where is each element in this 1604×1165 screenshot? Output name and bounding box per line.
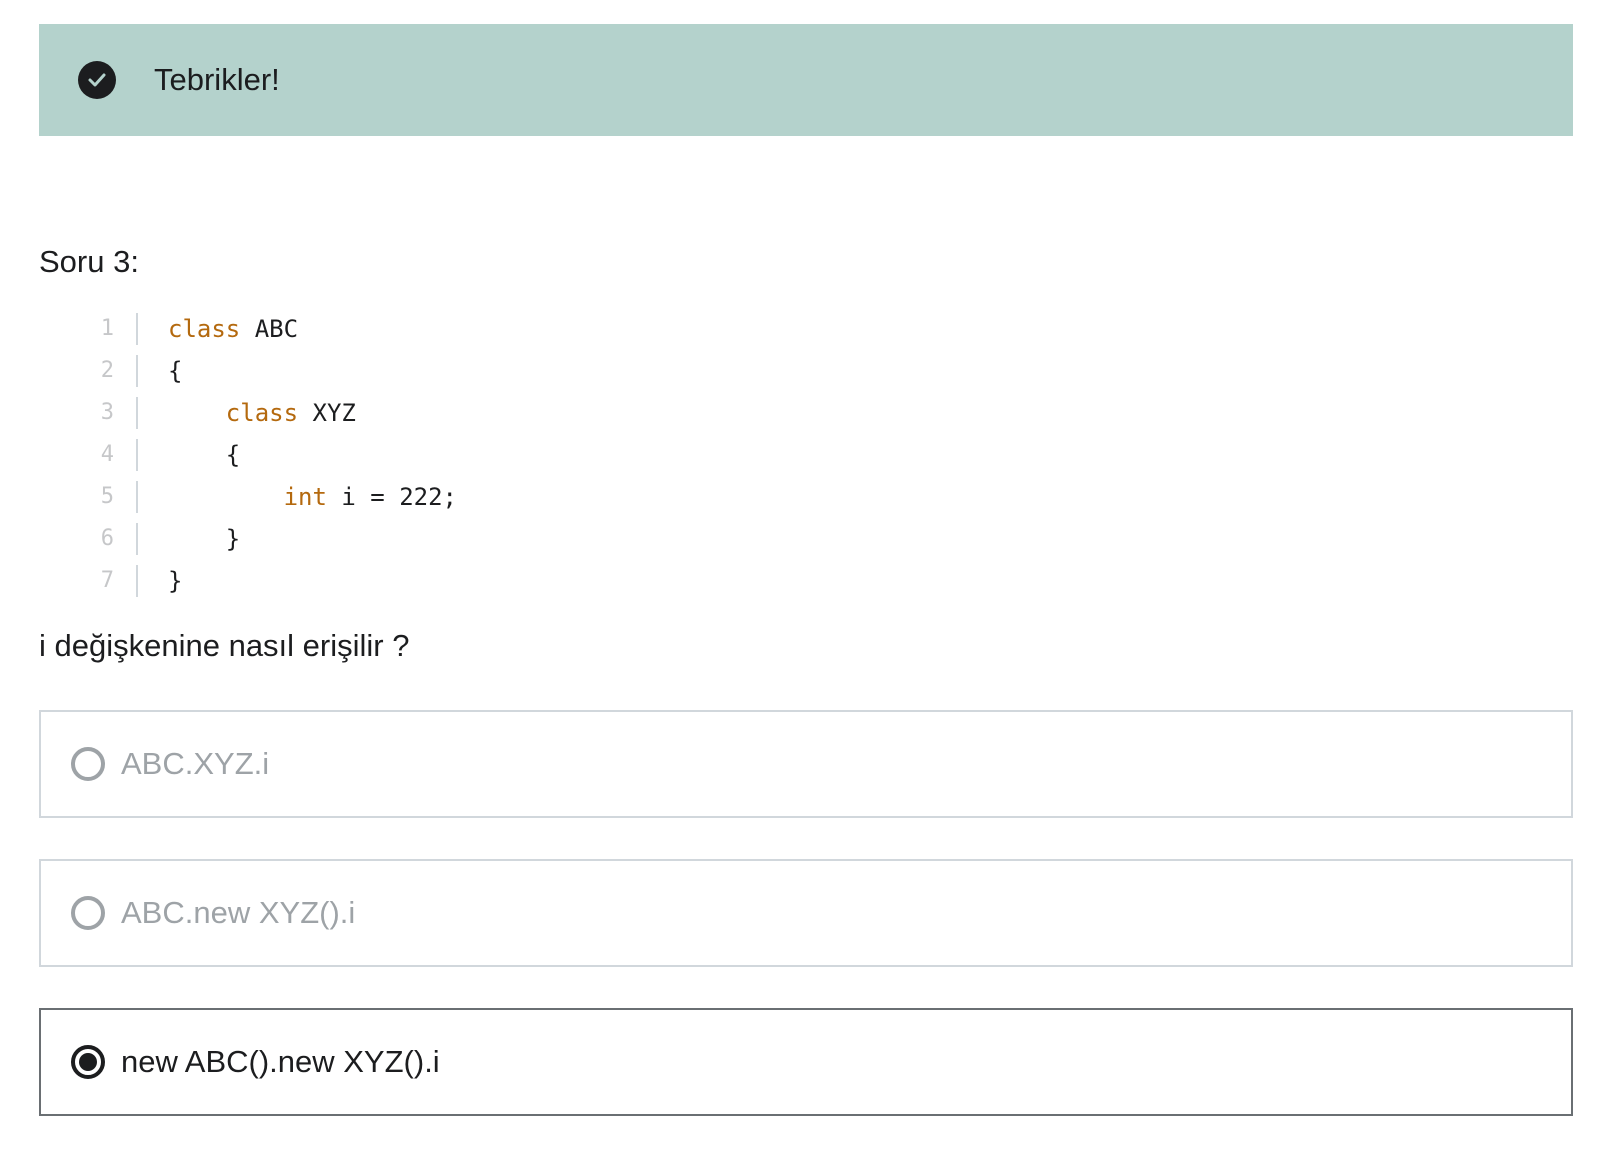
radio-button-checked[interactable] <box>71 1045 105 1079</box>
line-number: 3 <box>80 397 138 429</box>
code-text: { <box>168 357 183 385</box>
code-keyword: int <box>283 483 327 511</box>
code-line: 7 } <box>80 560 457 602</box>
code-line: 4 { <box>80 434 457 476</box>
question-prompt: i değişkenine nasıl erişilir ? <box>39 628 410 663</box>
line-number: 2 <box>80 355 138 387</box>
code-line: 3 class XYZ <box>80 392 457 434</box>
line-number: 5 <box>80 481 138 513</box>
code-line: 5 int i = 222; <box>80 476 457 518</box>
answer-option[interactable]: ABC.new XYZ().i <box>39 859 1573 967</box>
line-number: 7 <box>80 565 138 597</box>
code-text: class ABC <box>168 315 299 343</box>
radio-dot-icon <box>79 1053 97 1071</box>
code-text: } <box>225 525 241 553</box>
answer-label: ABC.XYZ.i <box>121 746 270 781</box>
line-number: 1 <box>80 313 138 345</box>
quiz-page: Tebrikler! Soru 3: 1 class ABC 2 { 3 cla… <box>0 0 1604 1165</box>
code-line: 6 } <box>80 518 457 560</box>
answer-label: new ABC().new XYZ().i <box>121 1044 440 1079</box>
line-number: 4 <box>80 439 138 471</box>
code-text: int i = 222; <box>283 483 457 511</box>
line-number: 6 <box>80 523 138 555</box>
radio-button[interactable] <box>71 747 105 781</box>
answer-option[interactable]: ABC.XYZ.i <box>39 710 1573 818</box>
code-keyword: class <box>225 399 299 427</box>
question-title: Soru 3: <box>39 244 139 279</box>
radio-button[interactable] <box>71 896 105 930</box>
code-keyword: class <box>168 315 241 343</box>
code-text: } <box>168 567 183 595</box>
code-snippet: 1 class ABC 2 { 3 class XYZ 4 { 5 int i … <box>80 308 457 602</box>
code-line: 1 class ABC <box>80 308 457 350</box>
code-text: class XYZ <box>225 399 356 427</box>
code-text: { <box>225 441 241 469</box>
alert-message: Tebrikler! <box>154 62 280 97</box>
code-line: 2 { <box>80 350 457 392</box>
answer-option-selected[interactable]: new ABC().new XYZ().i <box>39 1008 1573 1116</box>
answer-label: ABC.new XYZ().i <box>121 895 356 930</box>
check-circle-icon <box>78 61 116 99</box>
success-alert: Tebrikler! <box>39 24 1573 136</box>
